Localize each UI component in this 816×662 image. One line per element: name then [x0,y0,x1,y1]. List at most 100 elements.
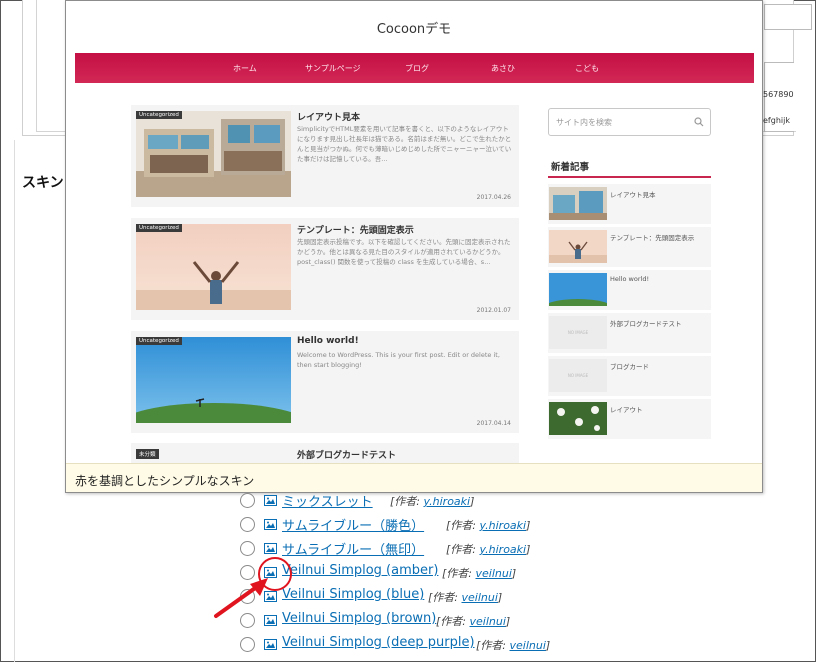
image-icon[interactable] [264,495,277,506]
preview-recent-item: NO IMAGE ブログカード [548,356,711,396]
preview-navbar: ホーム サンプルページ ブログ あさひ こども [75,53,754,83]
search-icon [694,117,704,127]
preview-recent-title: テンプレート：先頭固定表示 [610,234,695,242]
image-icon[interactable] [264,519,277,530]
skin-author-label: [作者: [446,543,480,556]
background-sample-text-1: 567890 [763,90,794,99]
preview-card: Uncategorized レイアウト見本 SimplicityでHTML要素を… [131,105,519,207]
preview-card-thumbnail [136,224,291,310]
skin-author: [作者: veilnui] [442,565,516,581]
preview-nav-sample-page: サンプルページ [305,64,361,73]
preview-recent-thumbnail [549,187,607,220]
skin-author-link[interactable]: veilnui [462,591,498,604]
preview-card-title: 外部ブログカードテスト [297,451,397,461]
preview-card-date: 2017.04.14 [476,420,511,427]
preview-recent-title: ブログカード [610,363,649,371]
preview-search-input: サイト内を検索 [548,108,711,136]
skin-author: [作者: y.hiroaki] [446,517,530,533]
skin-radio[interactable] [240,517,255,532]
preview-recent-title: Hello world! [610,275,650,283]
preview-recent-item: Hello world! [548,270,711,310]
skin-author-close: ] [526,519,531,532]
skin-author-link[interactable]: veilnui [470,615,506,628]
preview-recent-title: 外部ブログカードテスト [610,320,682,328]
preview-card-category: Uncategorized [136,111,182,119]
preview-recent-noimage: NO IMAGE [549,359,607,392]
skin-author-link[interactable]: veilnui [476,567,512,580]
preview-card-category: Uncategorized [136,337,182,345]
skin-author-link[interactable]: y.hiroaki [480,543,527,556]
skin-radio[interactable] [240,541,255,556]
preview-card-title: Hello world! [297,336,359,346]
preview-nav-blog: ブログ [405,64,429,73]
preview-card-excerpt: Welcome to WordPress. This is your first… [297,351,500,369]
skin-radio[interactable] [240,493,255,508]
skin-author-close: ] [511,567,517,580]
skin-author-label: [作者: [390,495,424,508]
preview-recent-item: レイアウト [548,399,711,439]
preview-site-title: Cocoonデモ [376,22,452,37]
preview-card-thumbnail [136,111,291,197]
preview-search-placeholder: サイト内を検索 [556,118,612,127]
skin-author-close: ] [470,495,475,508]
skin-author: [作者: veilnui] [476,637,550,653]
preview-card: Uncategorized Hello world! Welcome to Wo… [131,331,519,433]
skin-author-close: ] [505,615,511,628]
preview-card-title: テンプレート：先頭固定表示 [297,226,414,236]
skin-name-link[interactable]: ミックスレット [282,491,373,510]
preview-card-date: 2017.04.26 [476,194,511,201]
skin-name-link[interactable]: Veilnui Simplog (deep purple) [282,635,475,650]
skin-preview-popup: Cocoonデモ ホーム サンプルページ ブログ あさひ こども Uncateg… [65,0,763,493]
skin-author-link[interactable]: y.hiroaki [424,495,471,508]
skin-author-label: [作者: [442,567,476,580]
skin-section-heading: スキン [22,175,64,191]
skin-author-label: [作者: [428,591,462,604]
skin-author-label: [作者: [446,519,480,532]
background-textbox[interactable] [764,4,812,30]
preview-recent-item: NO IMAGE 外部ブログカードテスト [548,313,711,353]
skin-author-link[interactable]: y.hiroaki [480,519,527,532]
skin-name-link[interactable]: Veilnui Simplog (amber) [282,563,438,578]
skin-author-link[interactable]: veilnui [510,639,546,652]
preview-card: 未分類 外部ブログカードテスト [131,443,519,465]
skin-name-link[interactable]: サムライブルー（無印） [282,539,424,558]
skin-author: [作者: y.hiroaki] [390,493,474,509]
preview-card-category: 未分類 [136,449,159,459]
preview-recent-noimage: NO IMAGE [549,316,607,349]
image-icon[interactable] [264,543,277,554]
preview-nav-home: ホーム [233,64,257,73]
background-sample-text-2: efghijk [763,116,790,125]
skin-author: [作者: y.hiroaki] [446,541,530,557]
preview-recent-thumbnail [549,273,607,306]
preview-card-thumbnail [136,337,291,423]
preview-card-date: 2012.01.07 [476,307,511,314]
skin-name-link[interactable]: サムライブルー（勝色） [282,515,424,534]
annotation-arrow-icon [214,578,268,618]
skin-author-close: ] [497,591,503,604]
skin-name-link[interactable]: Veilnui Simplog (brown) [282,611,436,626]
preview-caption-bar: 赤を基調としたシンプルなスキン [66,463,762,492]
skin-author-label: [作者: [436,615,470,628]
preview-card: Uncategorized テンプレート：先頭固定表示 先頭固定表示投稿です。以… [131,218,519,320]
skin-author-close: ] [526,543,531,556]
skin-radio[interactable] [240,637,255,652]
preview-recent-item: レイアウト見本 [548,184,711,224]
skin-name-link[interactable]: Veilnui Simplog (blue) [282,587,424,602]
skin-author-label: [作者: [476,639,510,652]
preview-widget-title: 新着記事 [551,162,590,173]
preview-recent-title: レイアウト見本 [610,191,656,199]
skin-author-close: ] [545,639,551,652]
preview-nav-kodomo: こども [575,64,599,73]
preview-recent-item: テンプレート：先頭固定表示 [548,227,711,267]
preview-recent-title: レイアウト [610,406,643,414]
preview-recent-thumbnail [549,402,607,435]
preview-card-category: Uncategorized [136,224,182,232]
preview-card-excerpt: SimplicityでHTML要素を用いて記事を書くと、以下のようなレイアウトに… [297,125,512,163]
background-divider [14,140,15,662]
preview-caption: 赤を基調としたシンプルなスキン [75,474,255,488]
preview-nav-asahi: あさひ [491,64,515,73]
preview-card-title: レイアウト見本 [297,113,361,123]
image-icon[interactable] [264,639,277,650]
preview-card-excerpt: 先頭固定表示投稿です。以下を確認してください。先頭に固定表示されたかどうか。他と… [297,238,511,266]
skin-author: [作者: veilnui] [436,613,510,629]
